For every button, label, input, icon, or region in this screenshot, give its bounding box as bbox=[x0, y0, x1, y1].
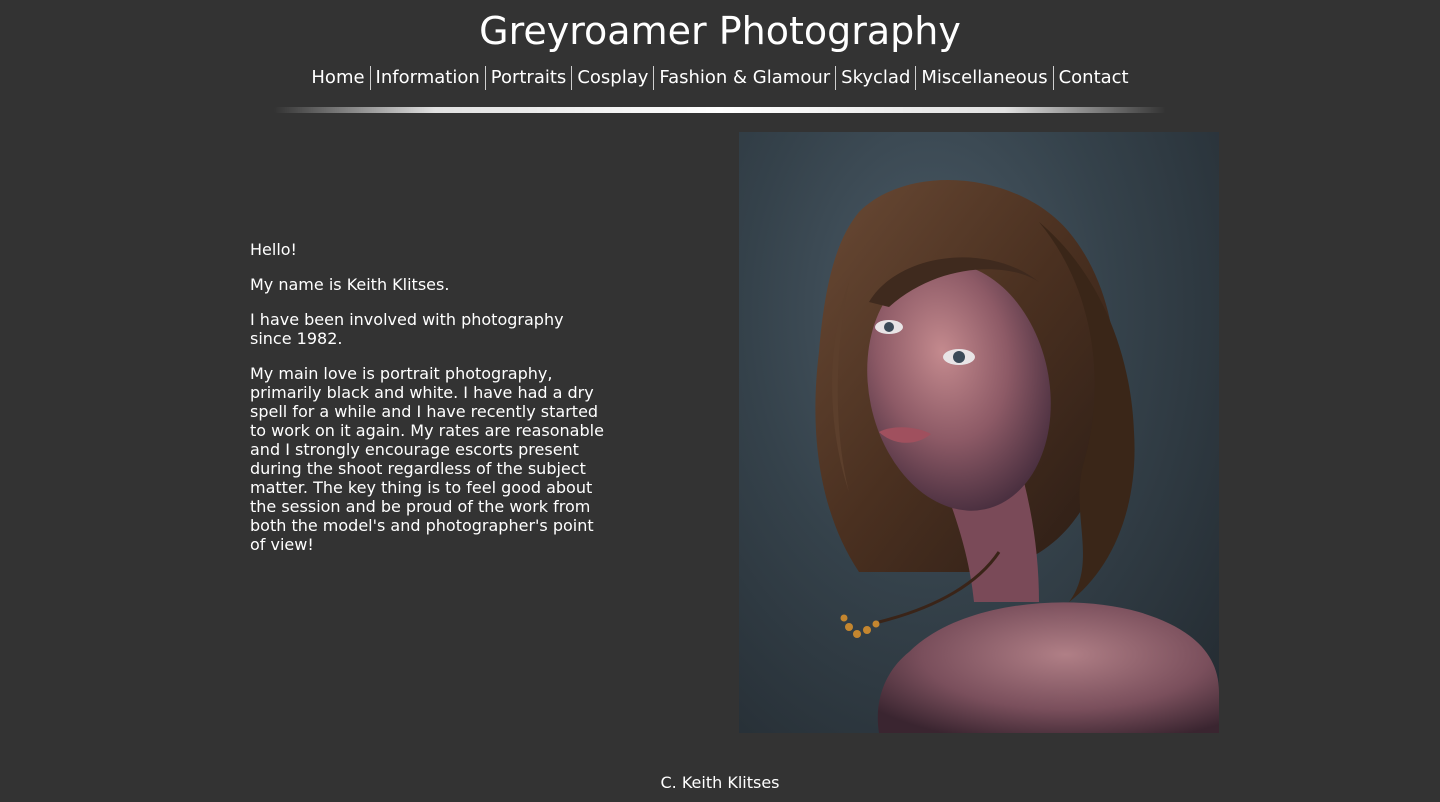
intro-description: My main love is portrait photography, pr… bbox=[250, 364, 604, 554]
nav-item-contact[interactable]: Contact bbox=[1054, 66, 1134, 90]
nav-item-home[interactable]: Home bbox=[306, 66, 369, 90]
site-title: Greyroamer Photography bbox=[479, 9, 961, 53]
portrait-photo bbox=[739, 132, 1219, 733]
nav-item-cosplay[interactable]: Cosplay bbox=[572, 66, 653, 90]
nav-item-miscellaneous[interactable]: Miscellaneous bbox=[916, 66, 1052, 90]
portrait-illustration bbox=[815, 179, 1219, 733]
intro-text: Hello! My name is Keith Klitses. I have … bbox=[250, 240, 610, 570]
intro-name: My name is Keith Klitses. bbox=[250, 275, 450, 294]
intro-greeting: Hello! bbox=[250, 240, 297, 259]
header-divider bbox=[274, 107, 1166, 113]
nav-item-information[interactable]: Information bbox=[371, 66, 485, 90]
nav-item-skyclad[interactable]: Skyclad bbox=[836, 66, 915, 90]
main-nav: Home Information Portraits Cosplay Fashi… bbox=[0, 66, 1440, 90]
footer-copyright: C. Keith Klitses bbox=[660, 773, 780, 792]
nav-item-portraits[interactable]: Portraits bbox=[486, 66, 572, 90]
intro-history: I have been involved with photography si… bbox=[250, 310, 564, 348]
nav-item-fashion-glamour[interactable]: Fashion & Glamour bbox=[654, 66, 835, 90]
